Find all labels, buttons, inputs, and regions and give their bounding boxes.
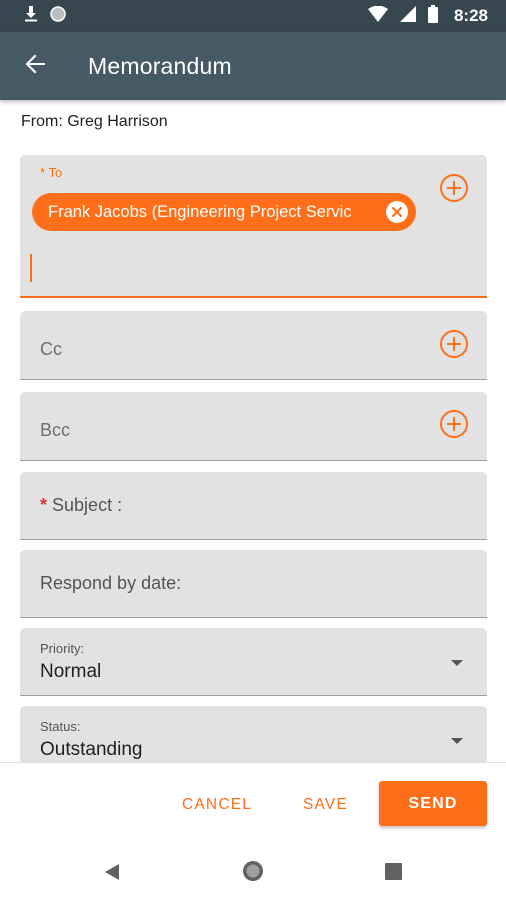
- status-bar: 8:28: [0, 0, 506, 32]
- to-label-text: To: [48, 165, 63, 180]
- add-circle-icon: [439, 173, 469, 208]
- send-button[interactable]: SEND: [379, 781, 487, 826]
- cc-label: Cc: [40, 339, 62, 359]
- subject-field[interactable]: * Subject :: [20, 472, 487, 540]
- battery-icon: [427, 4, 438, 28]
- required-mark: *: [40, 165, 46, 180]
- action-bar: CANCEL SAVE SEND: [0, 762, 506, 844]
- add-circle-icon: [439, 409, 469, 444]
- cancel-button[interactable]: CANCEL: [182, 796, 252, 814]
- add-bcc-button[interactable]: [439, 409, 469, 444]
- dropdown-arrow-icon: [451, 738, 463, 744]
- from-line: From: Greg Harrison: [21, 113, 168, 130]
- cc-field[interactable]: Cc: [20, 311, 487, 380]
- wifi-icon: [367, 5, 388, 27]
- required-mark: *: [40, 495, 48, 515]
- add-to-recipient-button[interactable]: [439, 173, 469, 208]
- circle-icon: [50, 5, 66, 27]
- status-right-icons: 8:28: [367, 4, 488, 28]
- circle-home-icon: [241, 861, 265, 887]
- arrow-left-icon: [24, 53, 46, 80]
- subject-label-text: Subject :: [52, 495, 123, 515]
- dropdown-arrow-icon: [451, 660, 463, 666]
- to-field[interactable]: * To Frank Jacobs (Engineering Project S…: [20, 155, 487, 298]
- square-recents-icon: [385, 863, 402, 884]
- subject-label: * Subject :: [40, 495, 122, 516]
- to-label: * To: [40, 165, 62, 180]
- app-bar: Memorandum: [0, 32, 506, 100]
- add-cc-button[interactable]: [439, 329, 469, 364]
- close-icon: [391, 203, 403, 222]
- nav-back-button[interactable]: [104, 863, 120, 886]
- respond-by-date-field[interactable]: Respond by date:: [20, 550, 487, 618]
- bcc-label: Bcc: [40, 420, 71, 440]
- priority-value: Normal: [40, 661, 102, 682]
- priority-dropdown[interactable]: Priority: Normal: [20, 628, 487, 696]
- back-button[interactable]: [0, 32, 70, 100]
- signal-icon: [399, 5, 416, 27]
- recipient-chip-label: Frank Jacobs (Engineering Project Servic: [48, 202, 352, 221]
- system-nav-bar: [0, 844, 506, 900]
- respond-by-date-label: Respond by date:: [40, 573, 182, 593]
- download-icon: [24, 5, 38, 27]
- status-value: Outstanding: [40, 739, 143, 760]
- remove-recipient-button[interactable]: [386, 201, 408, 223]
- nav-recents-button[interactable]: [385, 863, 402, 885]
- text-cursor: [30, 254, 32, 282]
- triangle-back-icon: [104, 864, 120, 885]
- recipient-chip[interactable]: Frank Jacobs (Engineering Project Servic: [32, 193, 416, 231]
- save-button[interactable]: SAVE: [303, 796, 348, 814]
- status-label: Status:: [40, 719, 81, 734]
- page-title: Memorandum: [88, 52, 232, 79]
- nav-home-button[interactable]: [241, 859, 265, 888]
- priority-label: Priority:: [40, 641, 85, 656]
- status-left-icons: [24, 5, 66, 27]
- status-time: 8:28: [453, 6, 488, 25]
- add-circle-icon: [439, 329, 469, 364]
- bcc-field[interactable]: Bcc: [20, 392, 487, 461]
